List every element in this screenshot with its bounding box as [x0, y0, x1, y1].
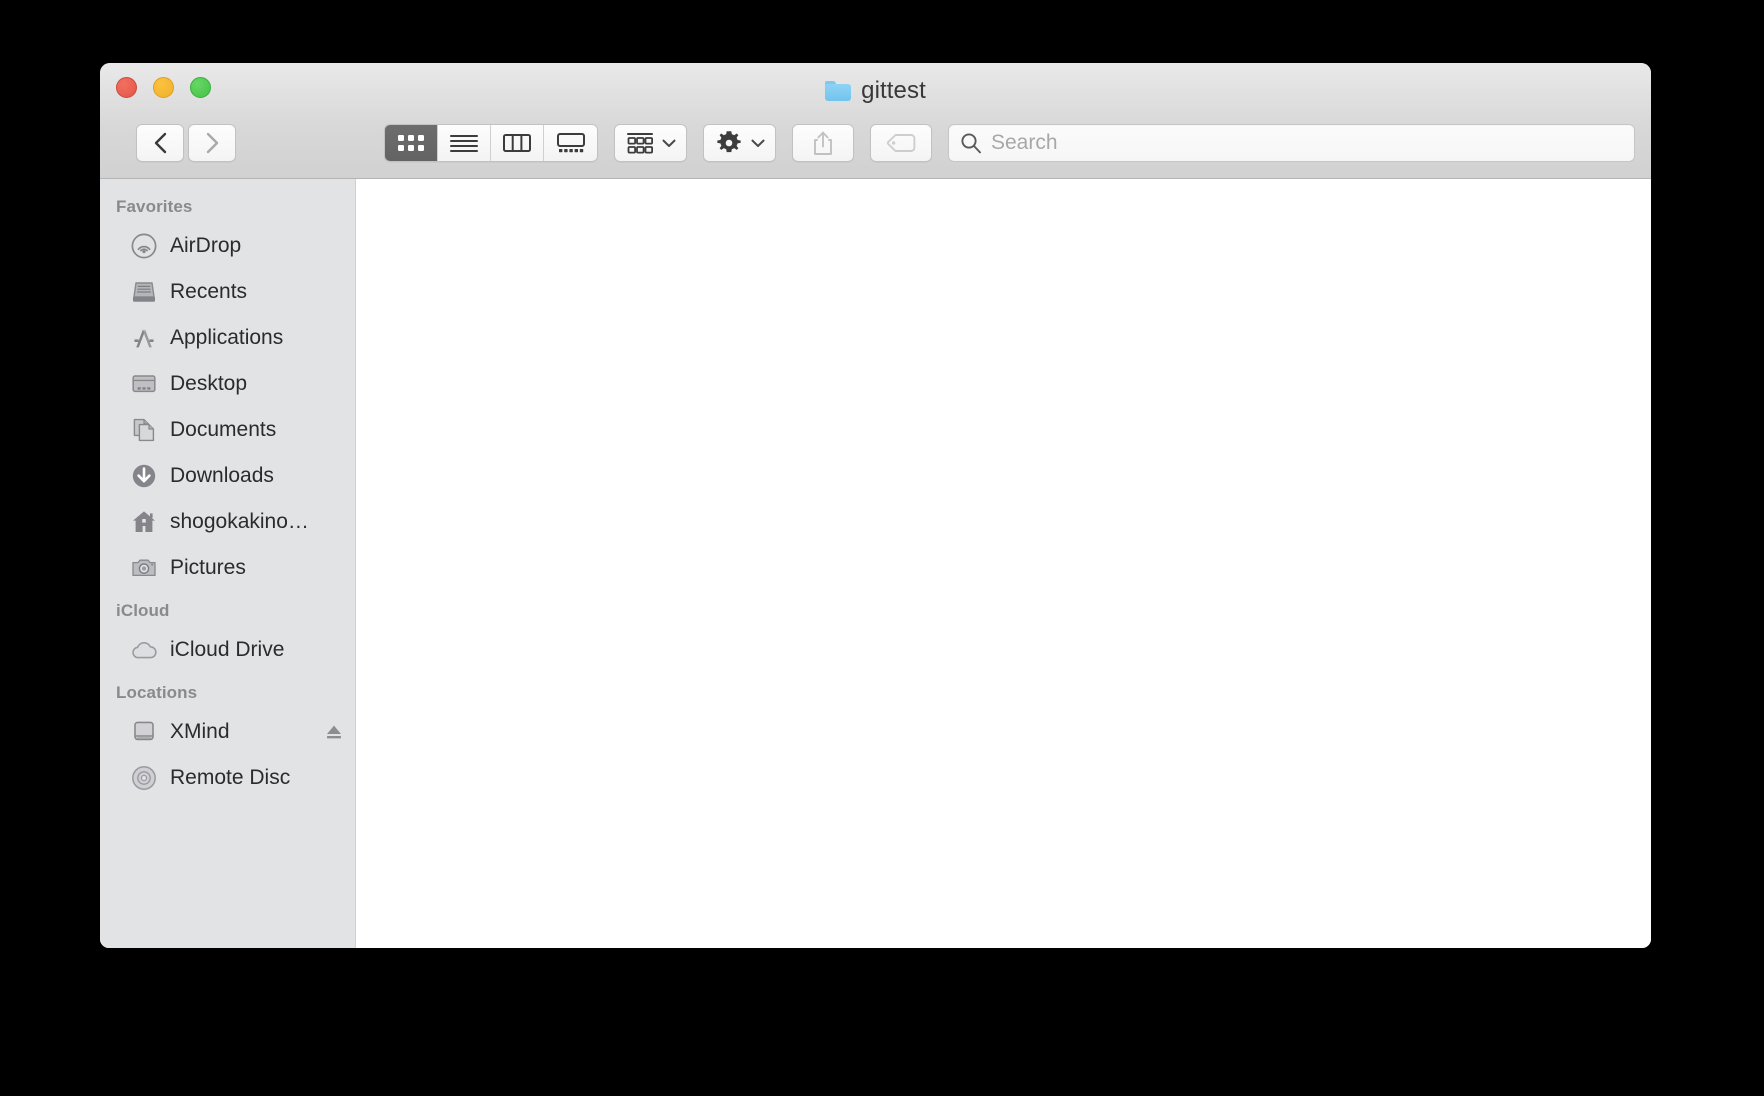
- recents-icon: [130, 278, 158, 306]
- grid-icon: [398, 135, 424, 151]
- share-up-arrow-icon: [814, 131, 832, 155]
- arrange-by-button[interactable]: [614, 124, 687, 162]
- view-mode-icon[interactable]: [385, 125, 438, 161]
- downloads-icon: [130, 462, 158, 490]
- window-controls: [116, 77, 211, 98]
- desktop-icon: [130, 370, 158, 398]
- chevron-down-icon: [751, 139, 765, 147]
- sidebar-item-home[interactable]: shogokakino…: [100, 499, 355, 545]
- toolbar: Search: [100, 113, 1651, 173]
- sidebar-item-label: Downloads: [170, 464, 274, 487]
- window-titlebar: gittest Search: [100, 63, 1651, 179]
- sidebar-item-label: Remote Disc: [170, 766, 291, 789]
- chevron-down-icon: [662, 139, 676, 147]
- eject-icon[interactable]: [325, 723, 343, 741]
- share-button[interactable]: [792, 124, 854, 162]
- hard-drive-icon: [130, 718, 158, 746]
- sidebar-section-header-favorites: Favorites: [116, 197, 193, 216]
- gear-icon: [717, 131, 741, 153]
- airdrop-icon: [130, 232, 158, 260]
- sidebar-item-label: iCloud Drive: [170, 638, 285, 661]
- navigation-group: [136, 124, 236, 162]
- sidebar-item-label: Documents: [170, 418, 277, 441]
- home-icon: [130, 508, 158, 536]
- pictures-icon: [130, 554, 158, 582]
- maximize-button[interactable]: [190, 77, 211, 98]
- sidebar: Favorites AirDrop Recents Applications D…: [100, 179, 356, 948]
- optical-disc-icon: [130, 764, 158, 792]
- forward-button[interactable]: [188, 124, 236, 162]
- applications-icon: [130, 324, 158, 352]
- sidebar-item-recents[interactable]: Recents: [100, 269, 355, 315]
- window-body: Favorites AirDrop Recents Applications D…: [100, 179, 1651, 948]
- chevron-left-icon: [154, 132, 166, 154]
- sidebar-item-label: Pictures: [170, 556, 246, 579]
- sidebar-item-airdrop[interactable]: AirDrop: [100, 223, 355, 269]
- search-placeholder: Search: [991, 131, 1058, 154]
- documents-icon: [130, 416, 158, 444]
- close-button[interactable]: [116, 77, 137, 98]
- sidebar-section-header-locations: Locations: [116, 683, 198, 702]
- page-title: gittest: [861, 77, 926, 104]
- view-mode-segmented-control[interactable]: [384, 124, 598, 162]
- view-mode-gallery[interactable]: [544, 125, 597, 161]
- view-mode-column[interactable]: [491, 125, 544, 161]
- screen: gittest Search Favorites AirDrop Recents…: [0, 0, 1764, 1096]
- list-lines-icon: [450, 135, 478, 152]
- sidebar-item-pictures[interactable]: Pictures: [100, 545, 355, 591]
- finder-window: gittest Search Favorites AirDrop Recents…: [100, 63, 1651, 948]
- sidebar-item-label: AirDrop: [170, 234, 242, 257]
- sidebar-item-icloud-drive[interactable]: iCloud Drive: [100, 627, 355, 673]
- sidebar-item-remote-disc[interactable]: Remote Disc: [100, 755, 355, 801]
- tag-icon: [886, 134, 916, 152]
- search-input[interactable]: Search: [948, 124, 1635, 162]
- sidebar-item-downloads[interactable]: Downloads: [100, 453, 355, 499]
- search-magnifier-icon: [961, 133, 981, 154]
- group-grid-icon: [627, 133, 653, 154]
- window-title-group: gittest: [100, 77, 1651, 105]
- minimize-button[interactable]: [153, 77, 174, 98]
- action-menu-button[interactable]: [703, 124, 776, 162]
- sidebar-item-xmind[interactable]: XMind: [100, 709, 355, 755]
- sidebar-item-label: shogokakino…: [170, 510, 309, 533]
- sidebar-section-header-icloud: iCloud: [116, 601, 170, 620]
- sidebar-item-label: Applications: [170, 326, 284, 349]
- sidebar-item-documents[interactable]: Documents: [100, 407, 355, 453]
- sidebar-item-applications[interactable]: Applications: [100, 315, 355, 361]
- sidebar-item-desktop[interactable]: Desktop: [100, 361, 355, 407]
- sidebar-item-label: XMind: [170, 720, 230, 743]
- back-button[interactable]: [136, 124, 184, 162]
- file-list-area[interactable]: [356, 179, 1651, 948]
- sidebar-item-label: Recents: [170, 280, 248, 303]
- sidebar-item-label: Desktop: [170, 372, 248, 395]
- chevron-right-icon: [206, 132, 218, 154]
- edit-tags-button[interactable]: [870, 124, 932, 162]
- columns-icon: [503, 134, 531, 152]
- blue-folder-icon: [825, 81, 852, 101]
- view-mode-list[interactable]: [438, 125, 491, 161]
- cloud-icon: [130, 636, 158, 664]
- gallery-icon: [556, 133, 585, 153]
